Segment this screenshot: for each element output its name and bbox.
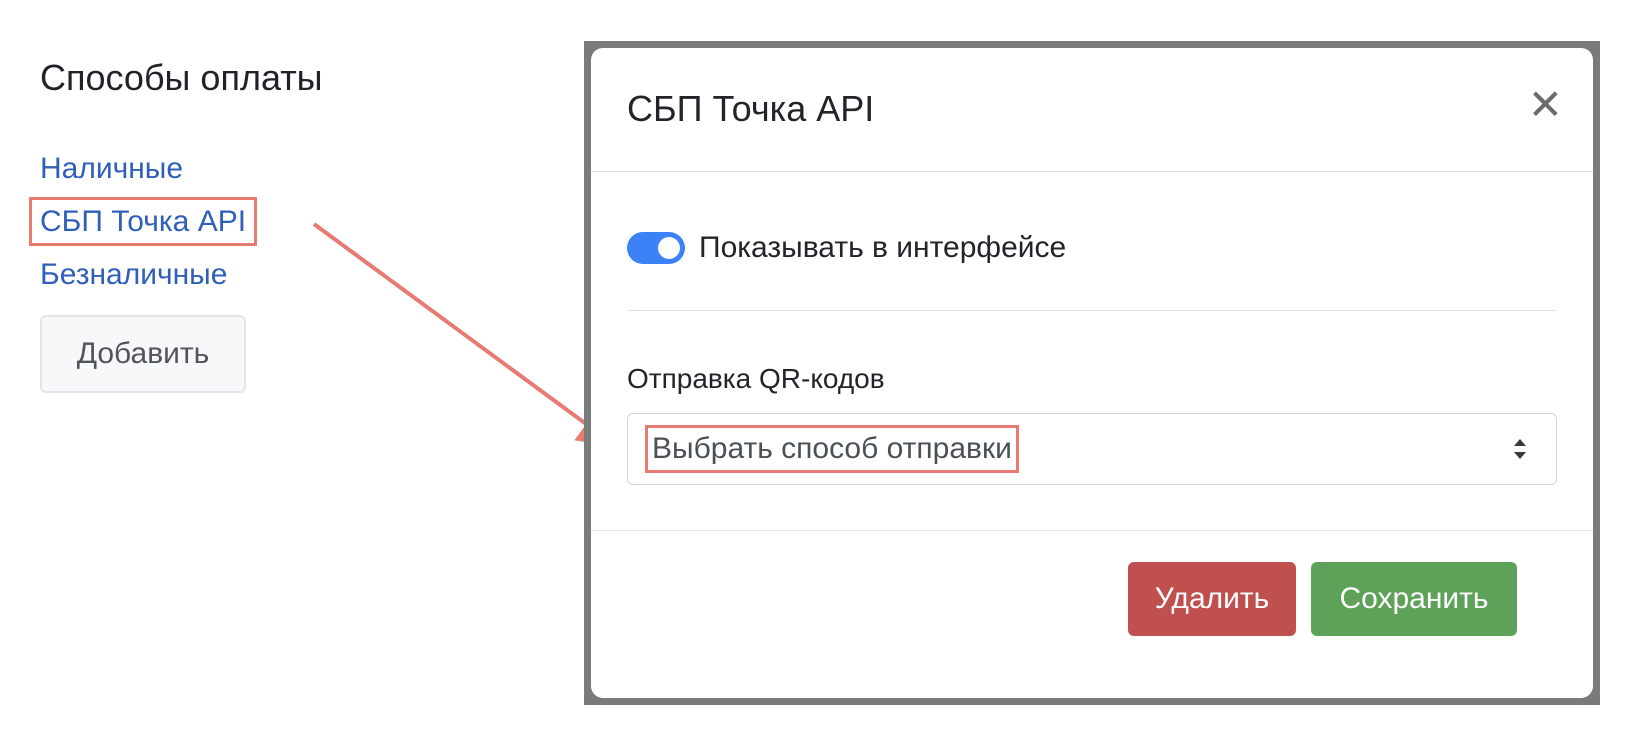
modal-header: СБП Точка API ✕ [591,48,1593,172]
modal-footer: Удалить Сохранить [591,530,1593,698]
show-in-interface-label: Показывать в интерфейсе [699,231,1067,264]
modal-body: Показывать в интерфейсе Отправка QR-кодо… [627,172,1557,485]
payment-methods-list: Наличные СБП Точка API Безналичные [28,142,460,301]
list-item: СБП Точка API [28,195,460,248]
delete-button[interactable]: Удалить [1128,562,1296,636]
toggle-knob [658,237,680,259]
qr-delivery-selected-value: Выбрать способ отправки [645,425,1019,473]
show-in-interface-row: Показывать в интерфейсе [627,228,1557,268]
modal-frame: СБП Точка API ✕ Показывать в интерфейсе … [584,41,1600,705]
qr-delivery-select[interactable]: Выбрать способ отправки [627,413,1557,485]
payment-method-cash-link[interactable]: Наличные [40,142,183,195]
payment-method-cashless-link[interactable]: Безналичные [40,248,227,301]
add-payment-method-button[interactable]: Добавить [40,315,246,393]
qr-delivery-label: Отправка QR-кодов [627,363,885,394]
list-item: Безналичные [40,248,460,301]
payment-methods-panel: Способы оплаты Наличные СБП Точка API Бе… [28,56,460,393]
select-caret-icon [1514,439,1526,459]
save-button[interactable]: Сохранить [1311,562,1517,636]
show-in-interface-toggle[interactable] [627,232,685,264]
close-icon[interactable]: ✕ [1528,84,1563,126]
list-item: Наличные [40,142,460,195]
divider [627,310,1557,311]
payment-method-modal: СБП Точка API ✕ Показывать в интерфейсе … [591,48,1593,698]
modal-title: СБП Точка API [627,88,875,129]
payment-method-sbp-link[interactable]: СБП Точка API [28,195,258,248]
payment-methods-title: Способы оплаты [40,57,323,98]
